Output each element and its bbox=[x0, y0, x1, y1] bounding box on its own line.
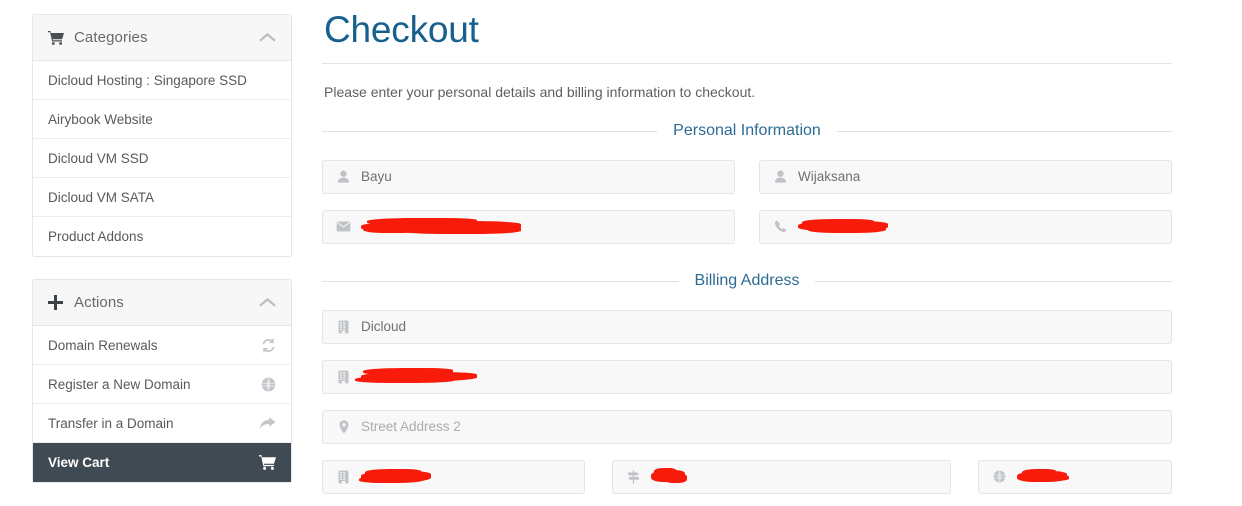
user-icon bbox=[335, 170, 352, 183]
share-arrow-icon bbox=[259, 416, 276, 430]
phone-icon bbox=[772, 220, 789, 233]
chevron-up-icon[interactable] bbox=[259, 32, 276, 43]
sidebar-item-register-a-new-domain[interactable]: Register a New Domain bbox=[33, 365, 291, 404]
phone-field[interactable] bbox=[759, 209, 1172, 244]
actions-panel: Actions Domain Renewals Register a New D… bbox=[32, 279, 292, 483]
categories-list: Dicloud Hosting : Singapore SSD Airybook… bbox=[33, 61, 291, 256]
sidebar-item-label: Product Addons bbox=[48, 229, 144, 244]
state-redaction bbox=[651, 468, 687, 484]
sidebar-item-label: Airybook Website bbox=[48, 111, 153, 127]
street-address-redaction bbox=[355, 368, 479, 384]
globe-icon bbox=[261, 377, 276, 392]
first-name-col: Bayu bbox=[322, 159, 735, 194]
actions-list: Domain Renewals Register a New Domain Tr… bbox=[33, 326, 291, 482]
postcode-field[interactable] bbox=[978, 459, 1172, 494]
building-icon bbox=[335, 320, 352, 334]
categories-panel-header[interactable]: Categories bbox=[33, 15, 291, 61]
address2-col: Street Address 2 bbox=[322, 409, 1172, 444]
chevron-up-icon[interactable] bbox=[259, 297, 276, 308]
sidebar-item-dicloud-hosting-singapore-ssd[interactable]: Dicloud Hosting : Singapore SSD bbox=[33, 61, 291, 100]
personal-information-legend: Personal Information bbox=[322, 121, 1172, 140]
sidebar: Categories Dicloud Hosting : Singapore S… bbox=[32, 14, 292, 505]
sidebar-item-label: Domain Renewals bbox=[48, 337, 158, 353]
city-state-postcode-row bbox=[322, 459, 1172, 494]
contact-row bbox=[322, 209, 1172, 244]
sidebar-item-label: Dicloud Hosting : Singapore SSD bbox=[48, 72, 247, 88]
billing-address-legend: Billing Address bbox=[322, 271, 1172, 290]
building-icon bbox=[335, 370, 352, 384]
first-name-field[interactable]: Bayu bbox=[322, 159, 735, 194]
company-row: Dicloud bbox=[322, 309, 1172, 344]
actions-panel-header[interactable]: Actions bbox=[33, 280, 291, 326]
last-name-col: Wijaksana bbox=[759, 159, 1172, 194]
sidebar-item-label: Register a New Domain bbox=[48, 376, 191, 392]
sidebar-item-label: Transfer in a Domain bbox=[48, 415, 174, 431]
name-row: Bayu Wijaksana bbox=[322, 159, 1172, 194]
city-field[interactable] bbox=[322, 459, 585, 494]
email-col bbox=[322, 209, 735, 244]
street-address-field[interactable] bbox=[322, 359, 1172, 394]
company-value: Dicloud bbox=[361, 319, 407, 335]
user-icon bbox=[772, 170, 789, 183]
address1-row bbox=[322, 359, 1172, 394]
categories-panel-title: Categories bbox=[74, 29, 148, 46]
street-address-2-placeholder: Street Address 2 bbox=[361, 419, 461, 435]
actions-panel-title: Actions bbox=[74, 294, 124, 311]
email-redaction bbox=[361, 218, 521, 235]
sidebar-item-dicloud-vm-ssd[interactable]: Dicloud VM SSD bbox=[33, 139, 291, 178]
page-lead-text: Please enter your personal details and b… bbox=[324, 83, 756, 100]
state-field[interactable] bbox=[612, 459, 951, 494]
signpost-icon bbox=[625, 470, 642, 484]
map-marker-icon bbox=[335, 420, 352, 434]
email-field[interactable] bbox=[322, 209, 735, 244]
city-redaction bbox=[359, 469, 433, 484]
phone-col bbox=[759, 209, 1172, 244]
company-field[interactable]: Dicloud bbox=[322, 309, 1172, 344]
address2-row: Street Address 2 bbox=[322, 409, 1172, 444]
sidebar-item-airybook-website[interactable]: Airybook Website bbox=[33, 100, 291, 139]
globe-icon bbox=[991, 470, 1008, 483]
plus-icon bbox=[48, 295, 68, 310]
main-content: Checkout Please enter your personal deta… bbox=[322, 9, 1172, 494]
sidebar-item-label: Dicloud VM SATA bbox=[48, 189, 155, 205]
sidebar-item-view-cart[interactable]: View Cart bbox=[33, 443, 291, 482]
sidebar-item-transfer-in-a-domain[interactable]: Transfer in a Domain bbox=[33, 404, 291, 443]
page-title: Checkout bbox=[324, 9, 479, 50]
first-name-value: Bayu bbox=[361, 169, 392, 185]
postcode-redaction bbox=[1017, 469, 1069, 483]
checkout-page: Categories Dicloud Hosting : Singapore S… bbox=[0, 0, 1242, 506]
categories-panel: Categories Dicloud Hosting : Singapore S… bbox=[32, 14, 292, 257]
street-address-2-field[interactable]: Street Address 2 bbox=[322, 409, 1172, 444]
sidebar-item-label: View Cart bbox=[48, 455, 110, 470]
last-name-field[interactable]: Wijaksana bbox=[759, 159, 1172, 194]
sidebar-item-domain-renewals[interactable]: Domain Renewals bbox=[33, 326, 291, 365]
address1-col bbox=[322, 359, 1172, 394]
shopping-cart-icon bbox=[48, 30, 68, 45]
sidebar-item-product-addons[interactable]: Product Addons bbox=[33, 217, 291, 256]
company-col: Dicloud bbox=[322, 309, 1172, 344]
sidebar-item-label: Dicloud VM SSD bbox=[48, 150, 149, 166]
refresh-icon bbox=[261, 337, 276, 353]
shopping-cart-icon bbox=[259, 455, 276, 470]
last-name-value: Wijaksana bbox=[798, 169, 861, 185]
envelope-icon bbox=[335, 221, 352, 232]
sidebar-item-dicloud-vm-sata[interactable]: Dicloud VM SATA bbox=[33, 178, 291, 217]
title-divider bbox=[322, 62, 1172, 64]
personal-information-legend-label: Personal Information bbox=[657, 121, 837, 140]
building-icon bbox=[335, 470, 352, 484]
billing-address-legend-label: Billing Address bbox=[678, 271, 816, 290]
phone-redaction bbox=[798, 219, 890, 234]
